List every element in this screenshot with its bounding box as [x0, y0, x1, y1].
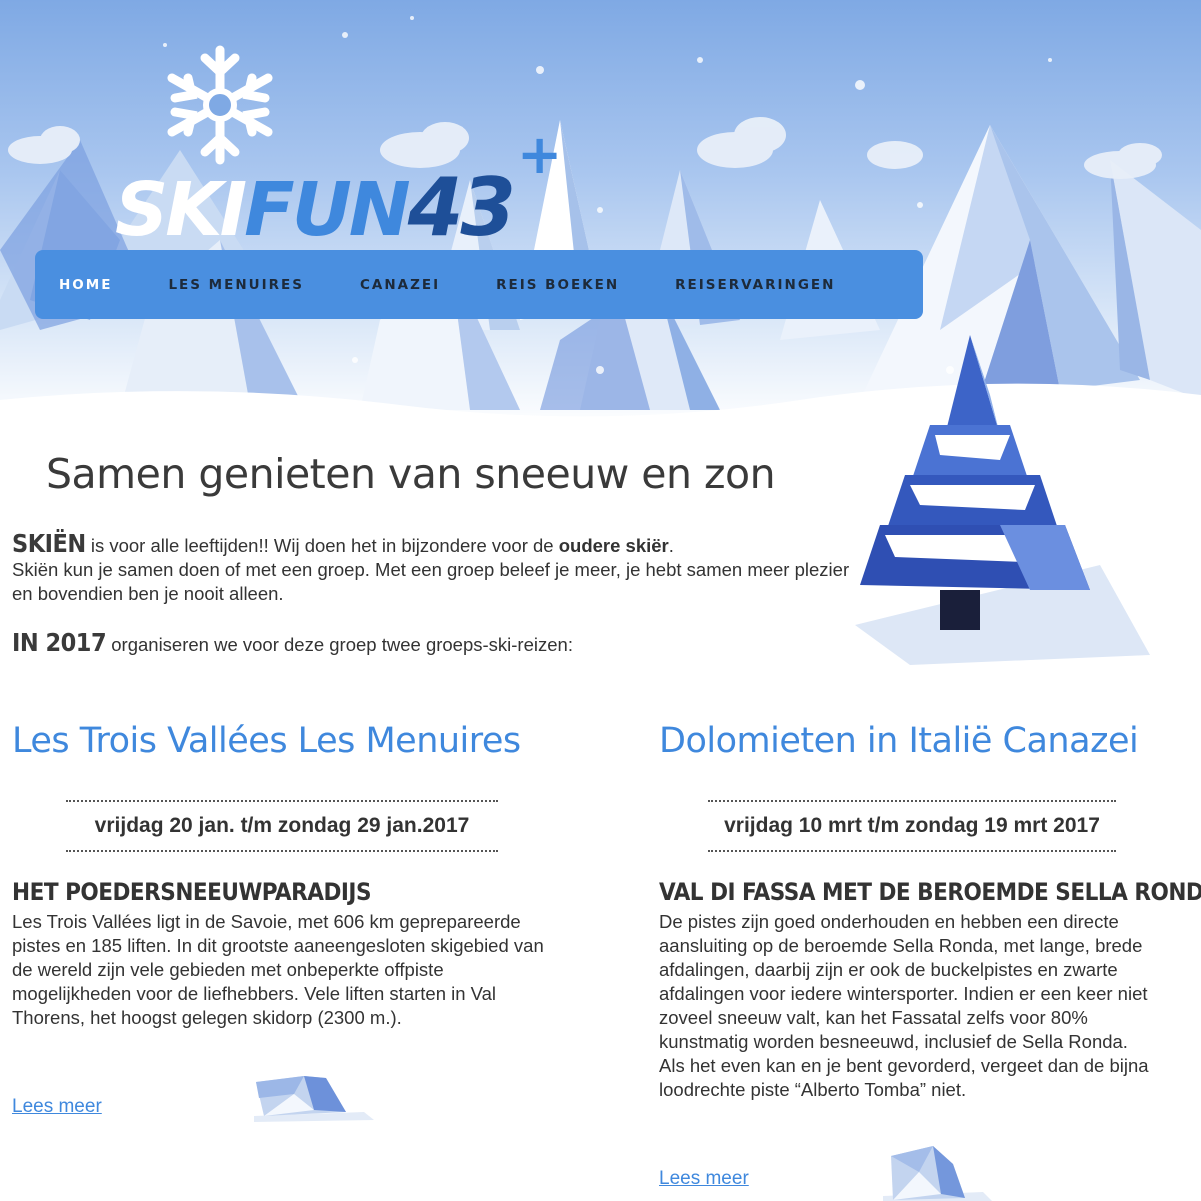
nav-item-reiservaringen[interactable]: REISERVARINGEN — [675, 277, 835, 293]
intro-year-word: IN 2017 — [12, 628, 107, 657]
logo-plus: + — [517, 123, 563, 186]
trip-description-part1: De pistes zijn goed onderhouden en hebbe… — [659, 911, 1148, 1052]
logo-fun: FUN — [244, 167, 411, 253]
intro-lead-rest-2: . — [668, 535, 674, 556]
intro-year-line: IN 2017 organiseren we voor deze groep t… — [12, 628, 573, 657]
nav-item-home[interactable]: HOME — [59, 277, 112, 293]
trip-dates: vrijdag 10 mrt t/m zondag 19 mrt 2017 — [708, 800, 1116, 852]
intro-lead-word: SKIËN — [12, 529, 86, 558]
trip-heading: HET POEDERSNEEUWPARADIJS — [12, 878, 372, 906]
intro-paragraph: SKIËN is voor alle leeftijden!! Wij doen… — [12, 529, 852, 606]
trip-card-canazei: Dolomieten in Italië Canazei vrijdag 10 … — [659, 720, 1201, 1201]
trip-dates: vrijdag 20 jan. t/m zondag 29 jan.2017 — [66, 800, 498, 852]
ice-block-icon — [883, 1146, 992, 1201]
trip-card-les-menuires: Les Trois Vallées Les Menuires vrijdag 2… — [12, 720, 572, 1122]
christmas-tree-illustration — [855, 335, 1150, 665]
page-title: Samen genieten van sneeuw en zon — [46, 450, 776, 498]
logo-ski: SKI — [115, 167, 247, 253]
nav-item-reis-boeken[interactable]: REIS BOEKEN — [496, 277, 619, 293]
main-navigation: HOME LES MENUIRES CANAZEI REIS BOEKEN RE… — [35, 250, 923, 319]
nav-item-canazei[interactable]: CANAZEI — [360, 277, 440, 293]
read-more-link[interactable]: Lees meer — [12, 1096, 102, 1118]
ice-block-icon — [254, 1076, 374, 1122]
intro-lead-rest-1: is voor alle leeftijden!! Wij doen het i… — [85, 535, 559, 556]
trip-title: Dolomieten in Italië Canazei — [659, 721, 1139, 761]
intro-year-rest: organiseren we voor deze groep twee groe… — [106, 634, 573, 655]
logo-wordmark: SKIFUN43 — [115, 168, 516, 248]
nav-item-les-menuires[interactable]: LES MENUIRES — [168, 277, 304, 293]
snowflake-logo-icon — [167, 45, 273, 165]
intro-body: Skiën kun je samen doen of met een groep… — [12, 559, 850, 604]
trip-heading: VAL DI FASSA MET DE BEROEMDE SELLA RONDE — [659, 878, 1201, 906]
intro-lead-bold: oudere skiër — [558, 535, 669, 556]
logo-number: 43 — [407, 161, 516, 254]
trip-description: De pistes zijn goed onderhouden en hebbe… — [659, 910, 1179, 1102]
read-more-link[interactable]: Lees meer — [659, 1168, 749, 1190]
trip-title: Les Trois Vallées Les Menuires — [12, 721, 521, 761]
trip-description-part2: Als het even kan en je bent gevorderd, v… — [659, 1055, 1149, 1100]
trip-description: Les Trois Vallées ligt in de Savoie, met… — [12, 911, 544, 1028]
site-logo[interactable]: SKIFUN43 + — [115, 40, 562, 248]
